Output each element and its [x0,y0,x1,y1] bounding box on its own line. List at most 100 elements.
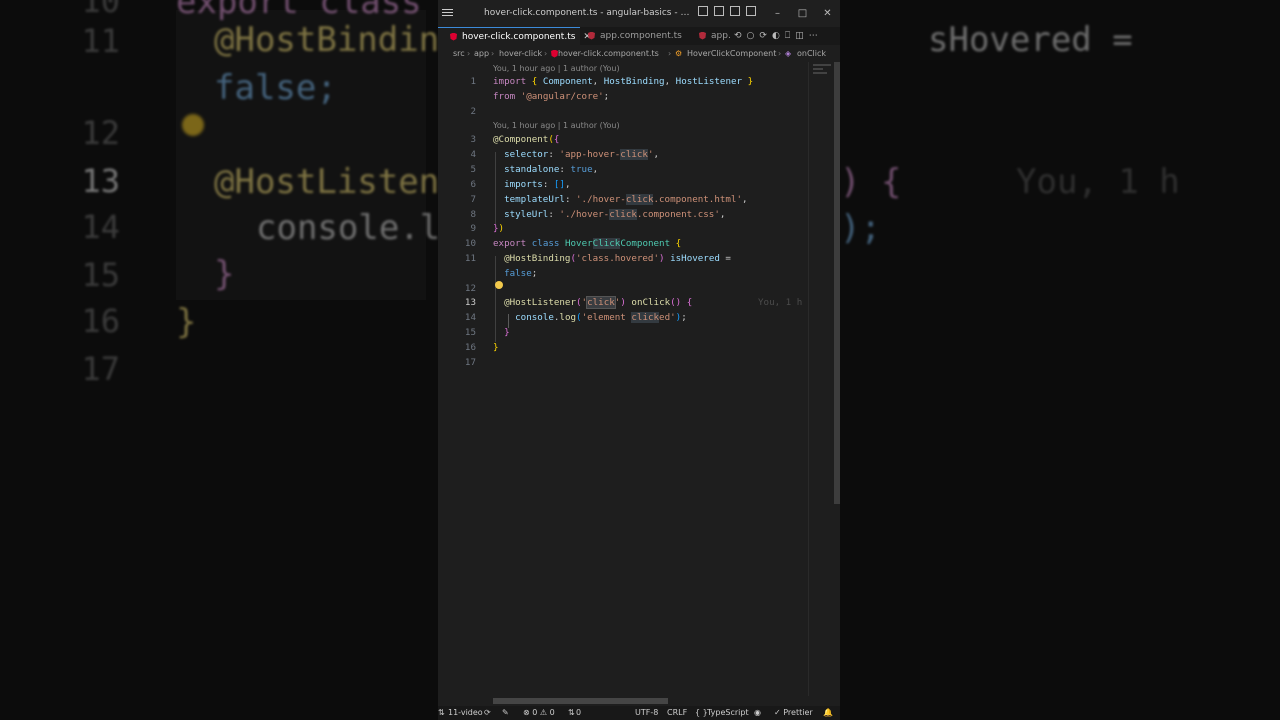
breadcrumb-item[interactable]: app [474,45,489,63]
title-bar: hover-click.component.ts - angular-basic… [438,0,840,27]
line-number: 12 [464,283,476,294]
vertical-scrollbar[interactable] [834,62,840,504]
background-line-number: 12 [81,114,120,152]
code-line: false; [504,268,538,279]
code-line: console.log('element clicked'); [515,312,687,323]
class-icon: ⚙ [675,49,683,58]
angular-icon [450,32,457,41]
background-line-number: 15 [81,256,120,294]
background-code-fragment: ) { [840,162,902,202]
breadcrumb-separator: › [778,49,782,58]
breadcrumb-separator: › [544,49,548,58]
background-code-fragment: You, 1 h [1016,162,1180,202]
language-mode[interactable]: TypeScript [707,706,749,720]
line-number: 5 [470,164,476,175]
customize-layout-icon[interactable] [746,6,756,16]
revert-icon[interactable]: ○ [747,31,755,41]
compare-icon[interactable]: ◐ [772,31,780,41]
background-line-number: 16 [81,302,120,340]
line-number: 8 [470,209,476,220]
code-line: @HostListener('click') onClick() { [504,296,693,309]
open-changes-icon[interactable]: ⎕ [785,31,790,41]
background-line-number: 17 [81,350,120,388]
line-number: 15 [464,327,476,338]
window-title: hover-click.component.ts - angular-basic… [484,8,692,18]
background-code-fragment: sHovered = [928,20,1133,60]
minimize-icon[interactable]: – [765,0,790,27]
problems-indicator[interactable]: ⊗ 0 ⚠ 0 [523,706,555,720]
prettier-status[interactable]: ✓ Prettier [774,706,813,720]
vscode-window: hover-click.component.ts - angular-basic… [438,0,840,720]
toggle-secondary-sidebar-icon[interactable] [730,6,740,16]
angular-icon [588,31,595,40]
angular-icon [551,49,558,58]
breadcrumb-separator: › [668,49,672,58]
toggle-panel-icon[interactable] [714,6,724,16]
menu-icon[interactable] [442,7,456,19]
sync-icon[interactable]: ⟳ [484,706,491,720]
tab-app-more[interactable]: app. [699,27,731,45]
go-forward-icon[interactable]: ⟳ [759,31,767,41]
editor-tabs: hover-click.component.ts ✕ app.component.… [438,27,840,45]
line-number: 16 [464,342,476,353]
code-line: @HostBinding('class.hovered') isHovered … [504,253,731,264]
split-editor-icon[interactable]: ◫ [795,31,804,41]
background-line-number: 14 [81,208,120,246]
close-window-icon[interactable]: ✕ [815,0,840,27]
tab-label: app.component.ts [600,31,682,41]
breadcrumb-separator: › [467,49,471,58]
inline-blame: You, 1 h [758,297,803,308]
maximize-icon[interactable]: □ [790,0,815,27]
horizontal-scrollbar[interactable] [493,698,668,704]
code-line: export class HoverClickComponent { [493,238,682,249]
line-number: 11 [464,253,476,264]
background-code-fragment: @HostListene [214,162,460,202]
codelens-blame[interactable]: You, 1 hour ago | 1 author (You) [493,121,620,130]
method-icon: ◈ [785,49,792,58]
tab-app-component[interactable]: app.component.ts [588,27,682,45]
breadcrumb-item[interactable]: onClick [797,45,826,63]
background-code-fragment: } [214,254,235,294]
source-control-icon[interactable]: ✎ [502,706,509,720]
tab-actions: ⟲ ○ ⟳ ◐ ⎕ ◫ ⋯ [734,27,818,45]
tab-label: hover-click.component.ts [462,32,576,42]
remote-icon[interactable]: ⇅ [438,706,445,720]
tab-label: app. [711,31,731,41]
background-code-fragment: console.lo [256,208,461,248]
codelens-blame[interactable]: You, 1 hour ago | 1 author (You) [493,64,620,73]
go-back-icon[interactable]: ⟲ [734,31,742,41]
lightbulb-icon[interactable] [495,281,503,289]
line-number: 17 [464,357,476,368]
background-line-number: 13 [81,162,120,200]
language-braces: { } [695,708,708,717]
window-controls: – □ ✕ [765,0,840,27]
background-code-fragment: export class [176,0,422,22]
breadcrumb-item[interactable]: HoverClickComponent [687,45,776,63]
branch-name[interactable]: 11-video [448,706,483,720]
ports-count[interactable]: 0 [576,706,581,720]
code-line: } [493,342,499,353]
code-line: templateUrl: './hover-click.component.ht… [504,194,748,205]
line-number: 14 [464,312,476,323]
code-editor[interactable]: You, 1 hour ago | 1 author (You) You, 1 … [438,62,840,704]
ports-icon[interactable]: ⇅ [568,706,575,720]
background-code-fragment: ); [840,208,881,248]
toggle-sidebar-icon[interactable] [698,6,708,16]
code-line: selector: 'app-hover-click', [504,149,660,160]
copilot-icon[interactable]: ◉ [754,706,761,720]
background-line-number: 10 [81,0,120,20]
line-ending[interactable]: CRLF [667,706,687,720]
breadcrumb-item[interactable]: hover-click [499,45,542,63]
line-number: 4 [470,149,476,160]
background-code-fragment: @HostBindin [214,20,440,60]
breadcrumb-item[interactable]: src [453,45,465,63]
status-bar: ⇅ 11-video ⟳ ✎ ⊗ 0 ⚠ 0 ⇅ 0 UTF-8 CRLF { … [438,706,840,720]
tab-hover-click-component[interactable]: hover-click.component.ts ✕ [438,27,591,45]
breadcrumb-file[interactable]: hover-click.component.ts [551,45,659,63]
notifications-icon[interactable]: 🔔 [823,706,833,720]
code-line: standalone: true, [504,164,599,175]
breadcrumb-item: hover-click.component.ts [558,49,659,58]
more-actions-icon[interactable]: ⋯ [809,31,818,41]
encoding[interactable]: UTF-8 [635,706,658,720]
background-code-fragment: false; [214,68,337,108]
